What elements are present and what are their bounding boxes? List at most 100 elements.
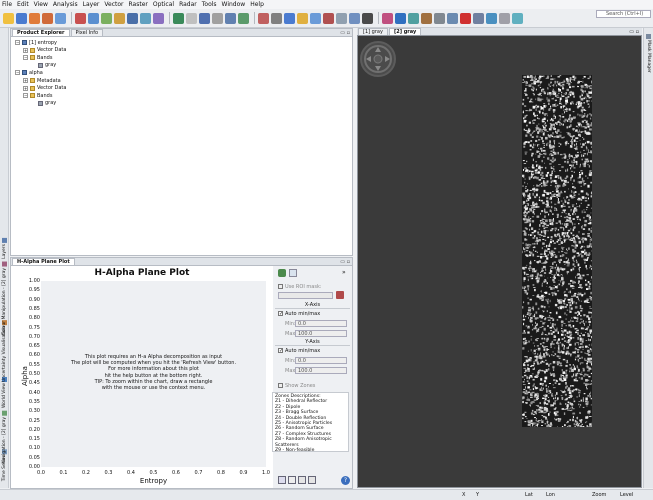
tab-product-explorer[interactable]: Product Explorer (12, 29, 70, 36)
mask-icon[interactable] (486, 12, 497, 24)
tab-navigation-2-gray[interactable]: Navigation - [2] gray (1, 411, 8, 464)
draw-rect-icon[interactable] (349, 12, 360, 24)
help-icon[interactable] (499, 12, 510, 24)
menu-help[interactable]: Help (250, 1, 264, 8)
y-min-field[interactable]: 0.0 (295, 357, 347, 364)
panel-window-controls[interactable]: ▭ ▫ (340, 30, 350, 36)
pin-manager-icon[interactable] (408, 12, 419, 24)
h-alpha-chart[interactable]: H-Alpha Plane Plot This plot requires an… (11, 266, 273, 488)
sum-icon[interactable] (199, 12, 210, 24)
raster-image-strip[interactable] (522, 75, 592, 427)
collapse-icon[interactable]: » (342, 269, 346, 276)
refresh-icon[interactable] (512, 12, 523, 24)
help-icon[interactable]: ? (341, 476, 350, 485)
tree-item[interactable]: + Vector Data (23, 47, 66, 54)
menu-vector[interactable]: Vector (104, 1, 123, 8)
tree-item[interactable]: − Bands (23, 54, 52, 61)
tag-icon[interactable] (421, 12, 432, 24)
tree-item[interactable]: gray (31, 62, 56, 69)
copy-icon[interactable] (298, 476, 306, 484)
redo-icon[interactable] (42, 12, 53, 24)
tab-layers[interactable]: Layers (1, 238, 8, 259)
export-icon[interactable] (308, 476, 316, 484)
search-input[interactable]: Search (Ctrl+I) (596, 10, 651, 18)
menu-radar[interactable]: Radar (179, 1, 197, 8)
tree-item[interactable]: gray (31, 100, 56, 107)
image-view[interactable] (357, 28, 642, 488)
menu-raster[interactable]: Raster (129, 1, 148, 8)
navigation-control-icon[interactable] (360, 41, 396, 77)
table-icon[interactable] (289, 269, 297, 277)
roi-mask-select[interactable] (278, 292, 333, 299)
vector-icon[interactable] (101, 12, 112, 24)
select-icon[interactable] (271, 12, 282, 24)
spectrum-icon[interactable] (173, 12, 184, 24)
tree-item[interactable]: + Metadata (23, 77, 61, 84)
zoom-icon[interactable] (297, 12, 308, 24)
gcp-icon[interactable] (323, 12, 334, 24)
menu-window[interactable]: Window (222, 1, 246, 8)
range-icon[interactable] (310, 12, 321, 24)
expand-icon[interactable]: + (23, 78, 28, 83)
graph-icon[interactable] (225, 12, 236, 24)
show-zones-checkbox[interactable] (278, 383, 283, 388)
draw-line-icon[interactable] (336, 12, 347, 24)
cursor-sync-icon[interactable] (473, 12, 484, 24)
open-icon[interactable] (3, 12, 14, 24)
use-roi-checkbox[interactable] (278, 284, 283, 289)
expand-icon[interactable]: + (23, 85, 28, 91)
product-icon[interactable] (55, 12, 66, 24)
collapse-icon[interactable]: − (15, 70, 20, 76)
tree-item[interactable]: + Vector Data (23, 85, 66, 92)
collapse-icon[interactable]: − (15, 40, 20, 45)
expand-icon[interactable]: + (23, 47, 28, 53)
menu-tools[interactable]: Tools (202, 1, 217, 8)
tab-image-1-gray[interactable]: [1] gray (358, 28, 388, 35)
save-icon[interactable] (16, 12, 27, 24)
tab-colour-manipulation-2-gray[interactable]: Colour Manipulation - [2] gray (1, 262, 8, 336)
tab-h-alpha-plane-plot[interactable]: H-Alpha Plane Plot (12, 258, 75, 265)
tab-image-2-gray[interactable]: [2] gray (388, 28, 422, 35)
wand-icon[interactable] (212, 12, 223, 24)
mask-icon[interactable] (336, 291, 344, 299)
draw-poly-icon[interactable] (362, 12, 373, 24)
auto-x-checkbox[interactable]: ✓ (278, 311, 283, 317)
world-icon[interactable] (447, 12, 458, 24)
panel-window-controls[interactable]: ▭ ▫ (340, 259, 350, 265)
menu-edit[interactable]: Edit (17, 1, 29, 8)
tab-pixel-info[interactable]: Pixel Info (70, 29, 104, 36)
pin-icon[interactable] (258, 12, 269, 24)
undo-icon[interactable] (29, 12, 40, 24)
y-max-field[interactable]: 100.0 (295, 367, 347, 374)
collapse-icon[interactable]: − (23, 55, 28, 61)
pan-icon[interactable] (284, 12, 295, 24)
auto-y-checkbox[interactable]: ✓ (278, 348, 283, 354)
info-icon[interactable] (114, 12, 125, 24)
layers-icon[interactable] (88, 12, 99, 24)
refresh-view-icon[interactable] (278, 269, 286, 277)
scatter-icon[interactable] (140, 12, 151, 24)
menu-view[interactable]: View (34, 1, 48, 8)
menu-optical[interactable]: Optical (153, 1, 174, 8)
statistics-icon[interactable] (186, 12, 197, 24)
tool-icon[interactable] (395, 12, 406, 24)
edit-icon[interactable] (288, 476, 296, 484)
menu-file[interactable]: File (2, 1, 12, 8)
menu-layer[interactable]: Layer (83, 1, 100, 8)
band-maths-icon[interactable] (75, 12, 86, 24)
profile-icon[interactable] (153, 12, 164, 24)
draw-ellipse-icon[interactable] (382, 12, 393, 24)
x-min-field[interactable]: 0.0 (295, 320, 347, 327)
collapse-icon[interactable]: − (23, 93, 28, 99)
histogram-icon[interactable] (127, 12, 138, 24)
workflow-icon[interactable] (238, 12, 249, 24)
x-max-field[interactable]: 100.0 (295, 330, 347, 337)
tree-item[interactable]: − [1] entropy (15, 39, 57, 46)
sync-icon[interactable] (460, 12, 471, 24)
image-view-window-controls[interactable]: ▭ ▫ (629, 29, 642, 35)
tree-item[interactable]: − alpha (15, 69, 43, 76)
zoom-all-icon[interactable] (278, 476, 286, 484)
menu-analysis[interactable]: Analysis (53, 1, 78, 8)
tree-item[interactable]: − Bands (23, 92, 52, 99)
grid-icon[interactable] (434, 12, 445, 24)
